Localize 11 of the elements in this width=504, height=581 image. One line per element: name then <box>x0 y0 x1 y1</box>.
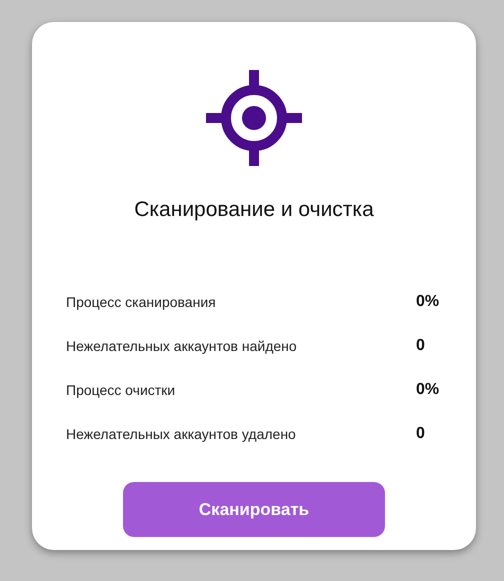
stat-value: 0 <box>416 425 426 443</box>
card-title: Сканирование и очистка <box>134 198 374 222</box>
scan-button[interactable]: Сканировать <box>123 482 385 537</box>
stat-value: 0 <box>416 337 426 355</box>
stat-label: Нежелательных аккаунтов найдено <box>66 338 297 354</box>
stat-value: 0% <box>416 381 440 399</box>
stat-label: Процесс сканирования <box>66 294 216 310</box>
stat-label: Нежелательных аккаунтов удалено <box>66 426 296 442</box>
stat-value: 0% <box>416 293 440 311</box>
target-icon <box>206 70 302 166</box>
stat-label: Процесс очистки <box>66 382 176 398</box>
